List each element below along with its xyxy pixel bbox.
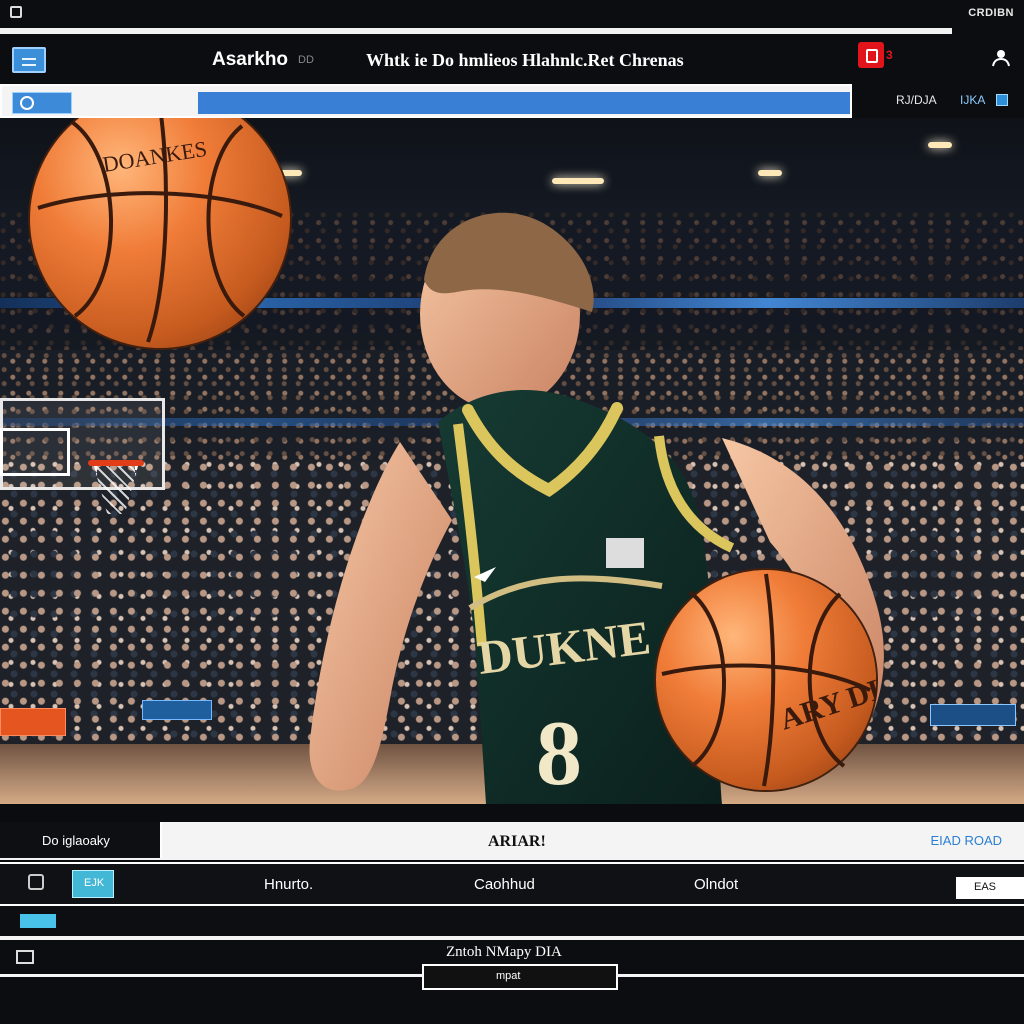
tab-box-label: EJK xyxy=(84,877,105,889)
person-icon xyxy=(992,50,1010,67)
profile-button[interactable] xyxy=(988,46,1014,72)
info-right-label: EIAD ROAD xyxy=(930,833,1002,848)
basketball-top-text: DOANKES xyxy=(101,136,209,177)
bottom-tabs: EJK Hnurto. Caohhud Olndot EAS xyxy=(0,862,1024,906)
footer-button-label: mpat xyxy=(496,970,521,982)
menu-button[interactable] xyxy=(12,47,46,73)
jersey-number: 8 xyxy=(536,702,582,804)
top-right-label-b: IJKA xyxy=(960,93,986,107)
tab-2[interactable]: Caohhud xyxy=(474,876,535,893)
progress-fill xyxy=(20,914,56,928)
info-strip: Do iglaoaky ARIAR! EIAD ROAD xyxy=(0,822,1024,860)
arena-scene: DOANKES DUKNE 8 ARY DIE xyxy=(0,118,1024,804)
basket-rim xyxy=(88,460,144,466)
alert-count: 3 xyxy=(886,48,893,62)
arena-light xyxy=(928,142,952,148)
basketball-hand: ARY DIE xyxy=(656,570,876,790)
tab-3[interactable]: Olndot xyxy=(694,876,738,893)
tab-right-label: EAS xyxy=(974,881,997,893)
ad-board-right xyxy=(930,704,1016,726)
info-left-label: Do iglaoaky xyxy=(42,833,110,848)
app-title: Asarkho xyxy=(212,49,289,70)
panel-gap xyxy=(0,804,1024,822)
search-bar[interactable] xyxy=(0,84,852,118)
top-right-square-icon xyxy=(996,94,1008,106)
top-right-label-a: RJ/DJA xyxy=(896,93,937,107)
progress-row xyxy=(0,906,1024,936)
page-title: Whtk ie Do hmlieos Hlahnlc.Ret Chrenas xyxy=(366,50,684,70)
app-header: Asarkho DD Whtk ie Do hmlieos Hlahnlc.Re… xyxy=(0,36,1024,84)
info-left-tab[interactable]: Do iglaoaky xyxy=(0,822,162,858)
arena-light xyxy=(758,170,782,176)
ad-board-left xyxy=(0,708,66,736)
tab-1[interactable]: Hnurto. xyxy=(264,876,313,893)
search-progress xyxy=(198,92,850,114)
tab-box[interactable]: EJK xyxy=(72,870,114,898)
top-system-bar: CRDIBN xyxy=(0,0,1024,28)
basketball-top: DOANKES xyxy=(30,118,290,348)
app-badge: DD xyxy=(298,54,314,66)
footer-caption: Zntoh NMapy DIA xyxy=(446,944,562,960)
alert-button[interactable] xyxy=(858,42,884,68)
basketball-lines-hand: ARY DIE xyxy=(661,573,876,787)
arena-light xyxy=(552,178,604,184)
info-center-label: ARIAR! xyxy=(488,833,546,850)
tab-right-box[interactable]: EAS xyxy=(954,877,1024,899)
top-divider xyxy=(0,28,952,34)
footer-window-icon[interactable] xyxy=(16,950,34,964)
backboard-square xyxy=(0,428,70,476)
system-window-icon xyxy=(10,6,22,18)
footer: Zntoh NMapy DIA mpat xyxy=(0,940,1024,1024)
settings-icon[interactable] xyxy=(28,874,44,890)
basketball-lines-top: DOANKES xyxy=(37,118,283,343)
system-label: CRDIBN xyxy=(968,7,1014,19)
search-icon[interactable] xyxy=(12,92,72,114)
ad-board-center xyxy=(142,700,212,720)
footer-button[interactable]: mpat xyxy=(422,964,618,990)
basketball-hand-text: ARY DIE xyxy=(776,667,876,737)
